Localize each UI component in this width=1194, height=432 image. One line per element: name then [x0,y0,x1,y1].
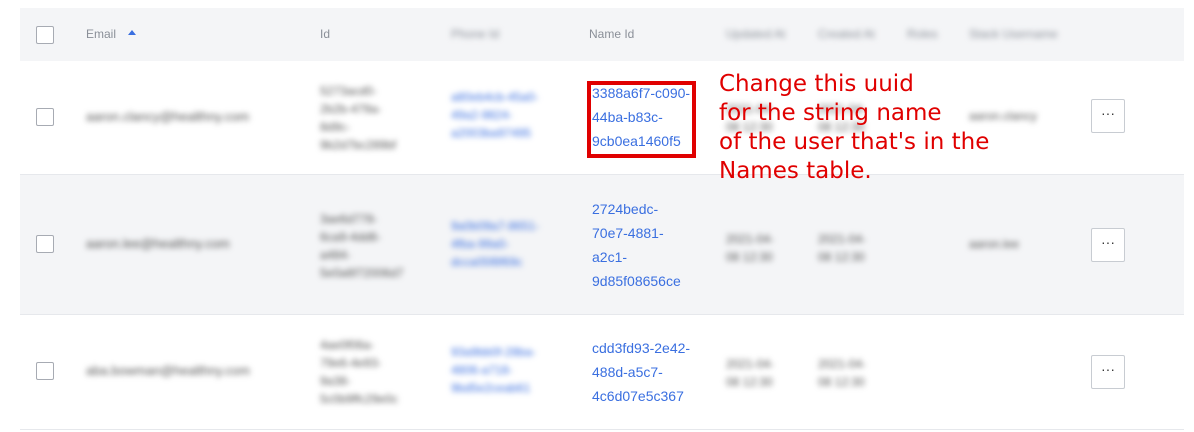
email-cell: aaron.clancy@healthny.com [86,109,250,124]
column-header-updated-at[interactable]: Updated At [726,8,785,61]
table-row[interactable]: aaron.lee@healthny.com 3ae6d778- 6ca9-4dd… [20,175,1184,315]
id-cell: 3ae6d778- 6ca9-4dd8- a484- 5e0a6f72006d7 [320,212,404,280]
id-cell: 5273acd0- 2b2b-479a- 8d9c- 9b2d7bc289bf [320,84,397,152]
column-header-created-at[interactable]: Created At [818,8,875,61]
created-at-cell: 2021-04- 08 12:30 [818,357,867,389]
updated-at-cell: 2021-04- 08 12:30 [726,232,775,264]
column-header-stack-username[interactable]: Stack Username [969,8,1058,61]
highlight-box [587,81,696,158]
row-actions-button[interactable]: ··· [1091,228,1125,262]
annotation-line: for the string name [719,100,942,126]
row-checkbox[interactable] [36,108,54,126]
stack-username-cell: aaron.lee [969,237,1020,251]
column-header-id[interactable]: Id [320,8,330,61]
name-id-link[interactable]: 2724bedc- 70e7-4881- a2c1- 9d85f08656ce [592,197,681,293]
column-header-email[interactable]: Email [86,8,116,61]
annotation-line: of the user that's in the [719,129,990,155]
table-header: Email Id Phone Id Name Id Updated At Cre… [20,8,1184,61]
phone-id-link[interactable]: a80eb4cb-45a0- 49a2-9824- a2003ba97495 [451,88,538,142]
column-header-name-id[interactable]: Name Id [589,8,634,61]
row-actions-button[interactable]: ··· [1091,99,1125,133]
email-cell: aba.bowman@healthny.com [86,363,250,378]
annotation-line: Names table. [719,158,872,184]
annotation-text: Change this uuid for the string name of … [719,70,1039,186]
select-all-checkbox[interactable] [36,26,54,44]
id-cell: 4ae0f06a- 79e6-4e93- 9a38- 5c0b9ffc29e0c [320,338,398,406]
column-header-roles[interactable]: Roles [907,8,938,61]
column-header-phone-id[interactable]: Phone Id [451,8,499,61]
updated-at-cell: 2021-04- 08 12:30 [726,357,775,389]
sort-ascending-icon[interactable] [128,30,136,35]
row-actions-button[interactable]: ··· [1091,355,1125,389]
phone-id-link[interactable]: 9a0b09a7-8651- 4fba-99a0- dcca05f8f69c [451,217,539,271]
row-checkbox[interactable] [36,235,54,253]
name-id-link[interactable]: cdd3fd93-2e42- 488d-a5c7- 4c6d07e5c367 [592,336,690,408]
table-row[interactable]: aba.bowman@healthny.com 4ae0f06a- 79e6-4e… [20,315,1184,430]
email-cell: aaron.lee@healthny.com [86,236,230,251]
row-checkbox[interactable] [36,362,54,380]
annotation-line: Change this uuid [719,71,914,97]
created-at-cell: 2021-04- 08 12:30 [818,232,867,264]
phone-id-link[interactable]: 93a9bb0f-28ba- 4806-a718- 9bd5e2ceab61 [451,343,536,397]
